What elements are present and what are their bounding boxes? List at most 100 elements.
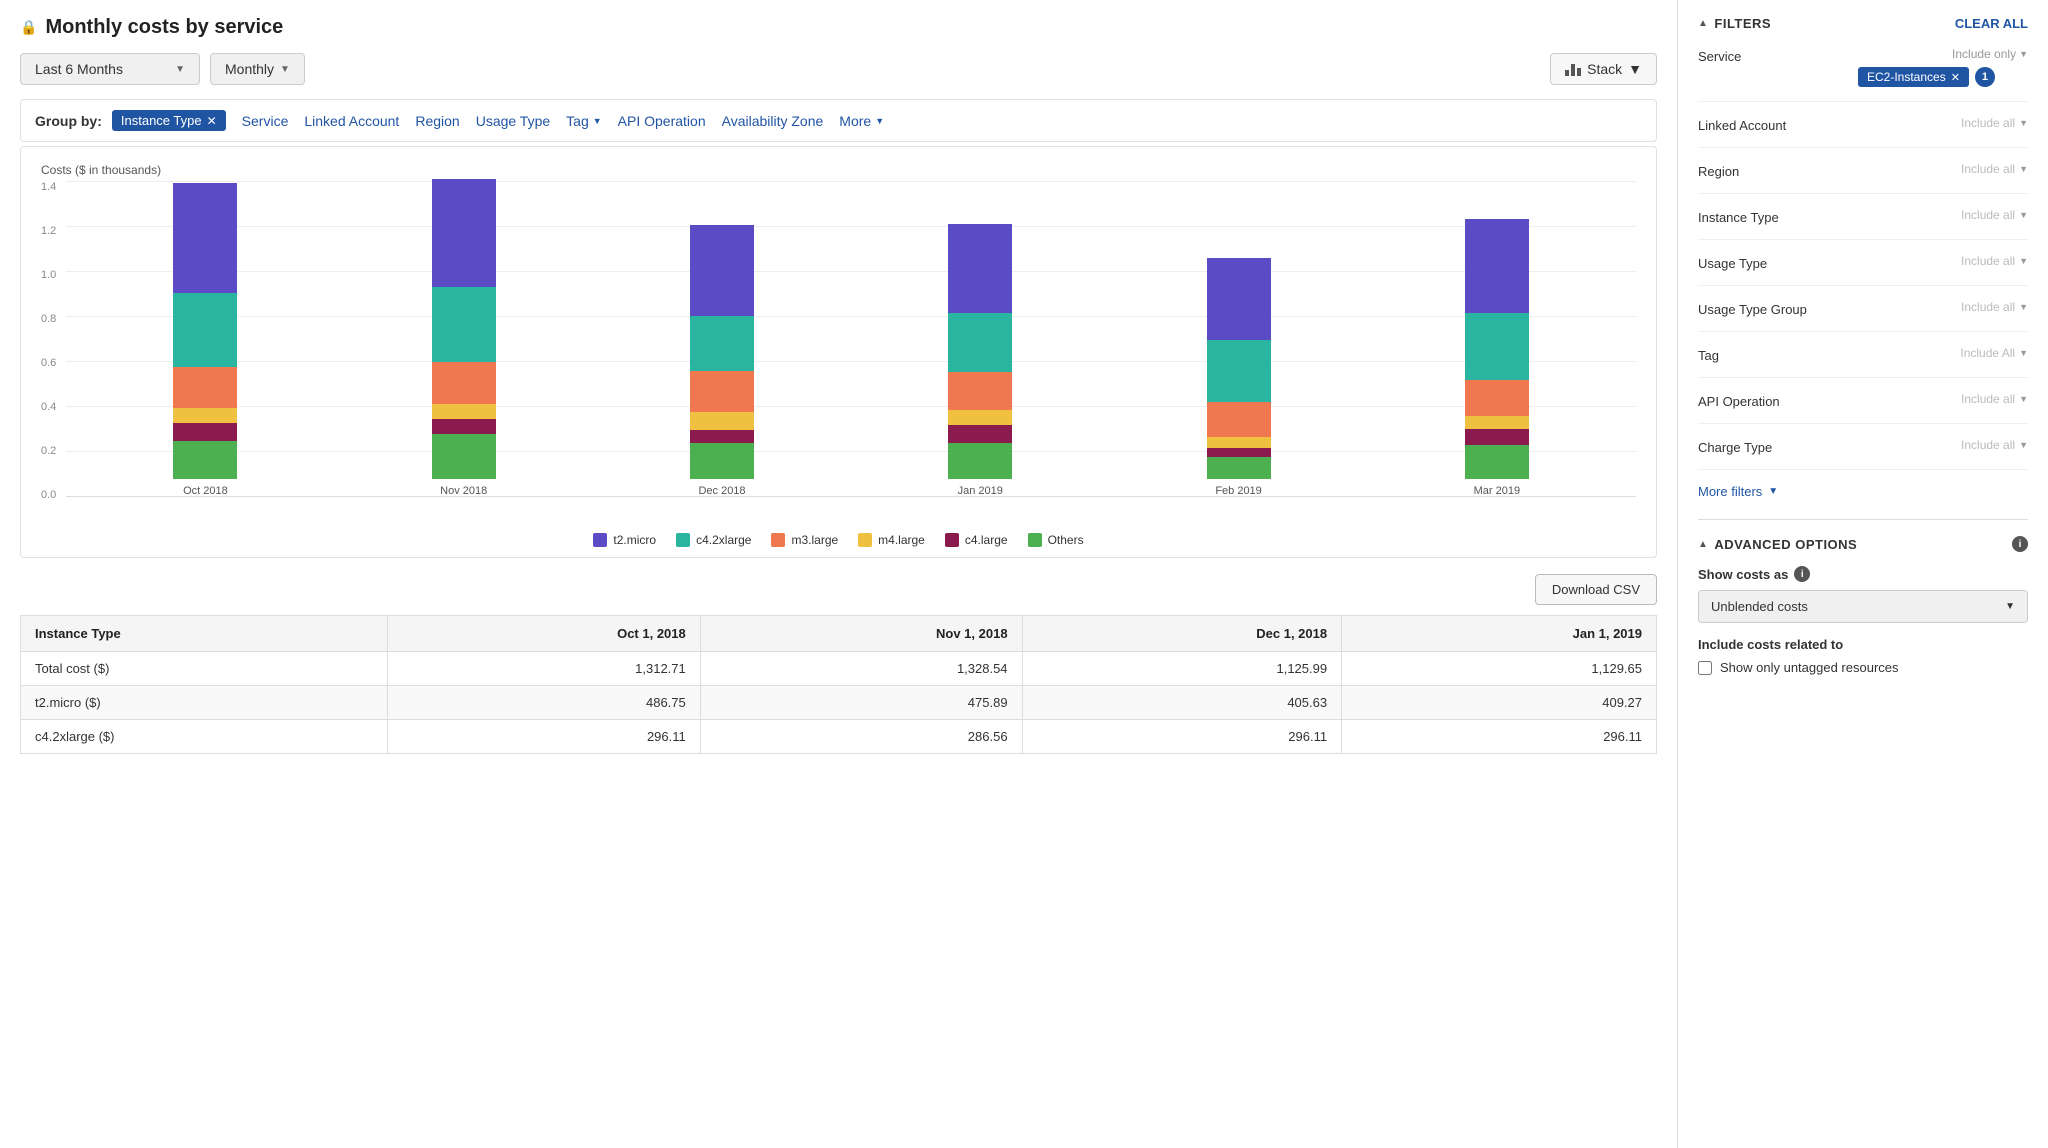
bar-group: Feb 2019 [1199,258,1279,497]
legend-item: m4.large [858,533,925,547]
tag-dropdown[interactable]: Include All ▼ [1960,346,2028,360]
bar-segment [432,419,496,434]
granularity-dropdown[interactable]: Monthly ▼ [210,53,305,85]
chevron-down-icon: ▼ [2019,118,2028,128]
group-by-active-tag[interactable]: Instance Type ✕ [112,110,226,131]
bar-stack [690,225,754,479]
group-by-service[interactable]: Service [242,113,289,129]
usage-type-dropdown[interactable]: Include all ▼ [1961,254,2028,268]
untagged-checkbox-row: Show only untagged resources [1698,660,2028,675]
filter-control-instance-type: Include all ▼ [1858,208,2028,222]
bar-stack [432,179,496,479]
table-cell: 286.56 [700,720,1022,754]
group-by-api-operation[interactable]: API Operation [618,113,706,129]
bar-segment [1207,437,1271,448]
download-csv-button[interactable]: Download CSV [1535,574,1657,605]
remove-group-by-tag[interactable]: ✕ [207,114,217,128]
y-axis-label: Costs ($ in thousands) [41,163,1636,177]
chevron-down-icon: ▼ [2019,256,2028,266]
instance-type-dropdown[interactable]: Include all ▼ [1961,208,2028,222]
bar-stack [1465,219,1529,479]
bar-group: Oct 2018 [165,183,245,497]
group-by-availability-zone[interactable]: Availability Zone [722,113,824,129]
filter-label-api-operation: API Operation [1698,392,1858,409]
table-header: Jan 1, 2019 [1342,616,1657,652]
chevron-down-icon: ▼ [2019,394,2028,404]
untagged-checkbox[interactable] [1698,661,1712,675]
table-cell: 1,312.71 [388,652,701,686]
bar-x-label: Mar 2019 [1474,485,1520,497]
show-costs-label: Show costs as i [1698,566,2028,582]
stack-dropdown[interactable]: Stack ▼ [1550,53,1657,85]
bar-segment [1465,416,1529,429]
table-header: Dec 1, 2018 [1022,616,1342,652]
chevron-down-icon: ▼ [1628,61,1642,77]
bar-group: Jan 2019 [940,224,1020,497]
group-by-linked-account[interactable]: Linked Account [304,113,399,129]
linked-account-dropdown[interactable]: Include all ▼ [1961,116,2028,130]
service-include-dropdown[interactable]: Include only ▼ [1952,47,2028,61]
bar-segment [173,367,237,408]
bar-segment [948,224,1012,313]
api-operation-dropdown[interactable]: Include all ▼ [1961,392,2028,406]
bar-segment [690,371,754,412]
region-dropdown[interactable]: Include all ▼ [1961,162,2028,176]
filter-label-instance-type: Instance Type [1698,208,1858,225]
filters-title: ▲ FILTERS [1698,16,1771,31]
table-cell: 296.11 [1342,720,1657,754]
remove-ec2-tag[interactable]: ✕ [1951,71,1960,84]
bar-segment [173,408,237,423]
filter-label-tag: Tag [1698,346,1858,363]
legend-label: m4.large [878,533,925,547]
bar-segment [173,423,237,441]
chart-container: Costs ($ in thousands) 1.4 1.2 1.0 0.8 0… [20,146,1657,558]
filter-row-tag: Tag Include All ▼ [1698,346,2028,378]
clear-all-button[interactable]: CLEAR ALL [1955,16,2028,31]
filters-header: ▲ FILTERS CLEAR ALL [1698,16,2028,31]
date-range-dropdown[interactable]: Last 6 Months ▼ [20,53,200,85]
info-icon[interactable]: i [2012,536,2028,552]
collapse-icon: ▲ [1698,18,1708,29]
lock-icon: 🔒 [20,19,37,36]
bar-group: Mar 2019 [1457,219,1537,497]
unblended-costs-dropdown[interactable]: Unblended costs ▼ [1698,590,2028,623]
bar-chart-icon [1565,62,1581,76]
ec2-instances-tag[interactable]: EC2-Instances ✕ [1858,67,1969,87]
chevron-down-icon: ▼ [2005,601,2015,612]
page-title: Monthly costs by service [45,16,283,39]
bar-segment [1465,313,1529,381]
bar-segment [173,441,237,479]
filter-control-usage-type-group: Include all ▼ [1858,300,2028,314]
service-filter-badge: 1 [1975,67,1995,87]
more-filters-button[interactable]: More filters ▼ [1698,484,2028,499]
bar-segment [432,179,496,287]
table-header: Instance Type [21,616,388,652]
bars-area: Oct 2018Nov 2018Dec 2018Jan 2019Feb 2019… [66,181,1636,521]
legend-item: t2.micro [593,533,656,547]
group-by-tag[interactable]: Tag ▼ [566,113,602,129]
chevron-down-icon: ▼ [280,64,290,75]
bar-segment [173,183,237,293]
usage-type-group-dropdown[interactable]: Include all ▼ [1961,300,2028,314]
group-by-bar: Group by: Instance Type ✕ Service Linked… [20,99,1657,142]
group-by-region[interactable]: Region [415,113,459,129]
group-by-more[interactable]: More ▼ [839,113,884,129]
chevron-down-icon: ▼ [175,64,185,75]
bar-stack [948,224,1012,479]
group-by-usage-type[interactable]: Usage Type [476,113,550,129]
bar-stack [173,183,237,479]
table-cell: 1,328.54 [700,652,1022,686]
show-costs-info-icon[interactable]: i [1794,566,1810,582]
bar-group: Dec 2018 [682,225,762,497]
chevron-down-icon: ▼ [2019,440,2028,450]
filter-control-linked-account: Include all ▼ [1858,116,2028,130]
table-header: Oct 1, 2018 [388,616,701,652]
charge-type-dropdown[interactable]: Include all ▼ [1961,438,2028,452]
advanced-options-header: ▲ ADVANCED OPTIONS i [1698,536,2028,552]
csv-row: Download CSV [20,574,1657,605]
advanced-options-title: ▲ ADVANCED OPTIONS [1698,537,1857,552]
bar-segment [432,362,496,404]
bar-x-label: Jan 2019 [958,485,1003,497]
chevron-down-icon: ▼ [2019,210,2028,220]
group-by-label: Group by: [35,113,102,129]
